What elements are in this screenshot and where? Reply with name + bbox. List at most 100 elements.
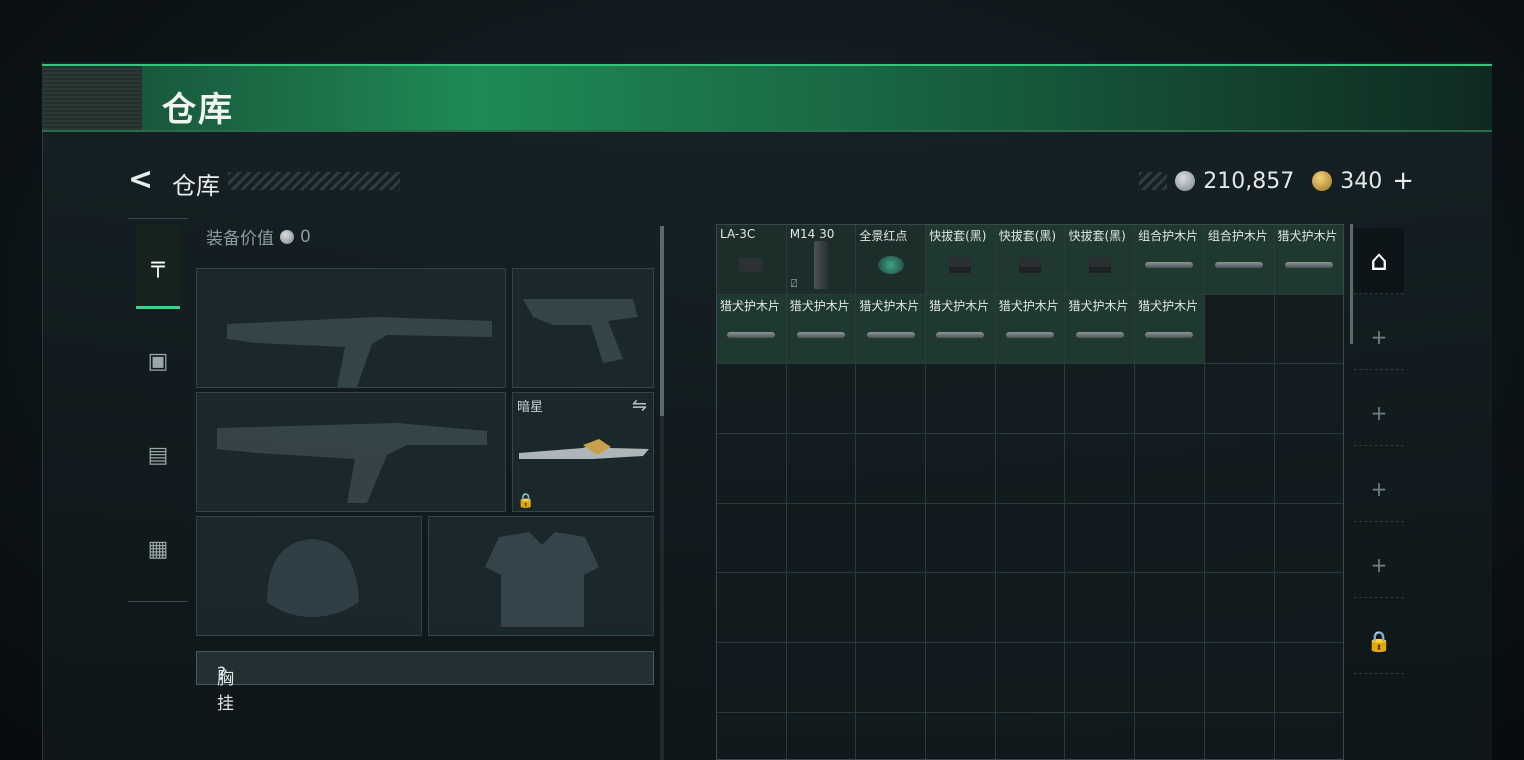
- storage-empty-cell[interactable]: [786, 434, 857, 504]
- storage-empty-cell[interactable]: [786, 712, 857, 759]
- storage-empty-cell[interactable]: [1135, 573, 1205, 644]
- storage-empty-cell[interactable]: [995, 434, 1066, 504]
- storage-empty-cell[interactable]: [995, 573, 1066, 644]
- storage-empty-cell[interactable]: [1274, 434, 1343, 504]
- storage-empty-cell[interactable]: [1204, 364, 1275, 435]
- storage-item[interactable]: 快拔套(黑): [995, 225, 1066, 295]
- storage-empty-cell[interactable]: [717, 434, 787, 504]
- helmet-slot[interactable]: [196, 516, 422, 636]
- storage-empty-cell[interactable]: [926, 364, 996, 435]
- primary-weapon-slot[interactable]: [196, 268, 506, 388]
- back-button[interactable]: <: [128, 165, 156, 195]
- storage-empty-cell[interactable]: [1135, 434, 1205, 504]
- storage-empty-cell[interactable]: [717, 573, 787, 644]
- storage-empty-cell[interactable]: [717, 364, 787, 435]
- storage-empty-cell[interactable]: [1135, 643, 1205, 713]
- rail-tab-toolbox[interactable]: ▦: [136, 507, 180, 591]
- plank-icon: [727, 331, 776, 338]
- storage-item[interactable]: 猎犬护木片: [786, 294, 857, 365]
- armor-slot[interactable]: [428, 516, 654, 636]
- help-icon[interactable]: ?: [217, 664, 226, 684]
- storage-empty-cell[interactable]: [856, 434, 927, 504]
- rail-tab-backpack[interactable]: ▤: [136, 413, 180, 497]
- storage-empty-cell[interactable]: [1204, 712, 1275, 759]
- storage-item[interactable]: 全景红点: [856, 225, 927, 295]
- storage-empty-cell[interactable]: [717, 503, 787, 574]
- storage-empty-cell[interactable]: [1274, 364, 1343, 435]
- storage-item[interactable]: LA-3C: [717, 225, 787, 295]
- storage-item[interactable]: 猎犬护木片: [995, 294, 1066, 365]
- storage-empty-cell[interactable]: [1204, 294, 1275, 365]
- storage-empty-cell[interactable]: [1065, 712, 1136, 759]
- storage-item[interactable]: 猎犬护木片: [926, 294, 996, 365]
- storage-empty-cell[interactable]: [717, 643, 787, 713]
- storage-empty-cell[interactable]: [856, 573, 927, 644]
- storage-item[interactable]: 猎犬护木片: [1274, 225, 1343, 295]
- storage-empty-cell[interactable]: [786, 643, 857, 713]
- storage-empty-cell[interactable]: [786, 573, 857, 644]
- storage-empty-cell[interactable]: [1135, 364, 1205, 435]
- rail-tab-weapons[interactable]: ╤: [136, 225, 180, 309]
- storage-item[interactable]: 猎犬护木片: [856, 294, 927, 365]
- storage-empty-cell[interactable]: [1065, 573, 1136, 644]
- storage-empty-cell[interactable]: [856, 643, 927, 713]
- storage-empty-cell[interactable]: [926, 503, 996, 574]
- storage-item[interactable]: 组合护木片: [1135, 225, 1205, 295]
- storage-empty-cell[interactable]: [1204, 503, 1275, 574]
- melee-slot[interactable]: 暗星 ⇋ 🔒: [512, 392, 654, 512]
- storage-empty-cell[interactable]: [1204, 573, 1275, 644]
- storage-tab-0[interactable]: ⌂: [1354, 228, 1404, 294]
- plank-icon: [1075, 331, 1124, 338]
- equipment-scrollbar[interactable]: [660, 226, 664, 760]
- storage-empty-cell[interactable]: [926, 712, 996, 759]
- storage-item[interactable]: M14 30 ⍁: [786, 225, 857, 295]
- add-currency-button[interactable]: +: [1392, 166, 1414, 196]
- storage-empty-cell[interactable]: [1274, 573, 1343, 644]
- storage-empty-cell[interactable]: [1065, 434, 1136, 504]
- chest-rig-section[interactable]: 胸挂 ?: [196, 651, 654, 714]
- storage-empty-cell[interactable]: [856, 364, 927, 435]
- storage-empty-cell[interactable]: [717, 712, 787, 759]
- storage-empty-cell[interactable]: [1274, 503, 1343, 574]
- storage-item[interactable]: 猎犬护木片: [1135, 294, 1205, 365]
- storage-empty-cell[interactable]: [856, 503, 927, 574]
- storage-empty-cell[interactable]: [1274, 712, 1343, 759]
- storage-item-name: M14 30: [789, 227, 835, 241]
- storage-empty-cell[interactable]: [995, 712, 1066, 759]
- scope-icon: [877, 255, 904, 274]
- storage-empty-cell[interactable]: [995, 503, 1066, 574]
- storage-item[interactable]: 组合护木片: [1204, 225, 1275, 295]
- storage-empty-cell[interactable]: [1204, 643, 1275, 713]
- storage-empty-cell[interactable]: [926, 573, 996, 644]
- storage-tab-4[interactable]: +: [1354, 532, 1404, 598]
- storage-empty-cell[interactable]: [1204, 434, 1275, 504]
- storage-empty-cell[interactable]: [786, 364, 857, 435]
- storage-empty-cell[interactable]: [1274, 643, 1343, 713]
- storage-tab-5[interactable]: 🔒: [1354, 608, 1404, 674]
- rail-tab-armor[interactable]: ▣: [136, 319, 180, 403]
- storage-item[interactable]: 猎犬护木片: [717, 294, 787, 365]
- storage-item[interactable]: 快拔套(黑): [926, 225, 996, 295]
- storage-empty-cell[interactable]: [1135, 712, 1205, 759]
- storage-empty-cell[interactable]: [995, 364, 1066, 435]
- storage-scrollbar[interactable]: [1350, 224, 1353, 344]
- storage-tab-2[interactable]: +: [1354, 380, 1404, 446]
- storage-empty-cell[interactable]: [926, 643, 996, 713]
- secondary-weapon-slot[interactable]: [196, 392, 506, 512]
- storage-tab-3[interactable]: +: [1354, 456, 1404, 522]
- storage-empty-cell[interactable]: [856, 712, 927, 759]
- pistol-slot[interactable]: [512, 268, 654, 388]
- storage-empty-cell[interactable]: [786, 503, 857, 574]
- mag-icon: [814, 240, 829, 289]
- storage-tab-1[interactable]: +: [1354, 304, 1404, 370]
- storage-empty-cell[interactable]: [1274, 294, 1343, 365]
- storage-item[interactable]: 猎犬护木片: [1065, 294, 1136, 365]
- storage-empty-cell[interactable]: [1135, 503, 1205, 574]
- storage-empty-cell[interactable]: [995, 643, 1066, 713]
- storage-empty-cell[interactable]: [926, 434, 996, 504]
- storage-item[interactable]: 快拔套(黑): [1065, 225, 1136, 295]
- storage-empty-cell[interactable]: [1065, 503, 1136, 574]
- storage-empty-cell[interactable]: [1065, 643, 1136, 713]
- scrollbar-thumb[interactable]: [660, 226, 664, 416]
- storage-empty-cell[interactable]: [1065, 364, 1136, 435]
